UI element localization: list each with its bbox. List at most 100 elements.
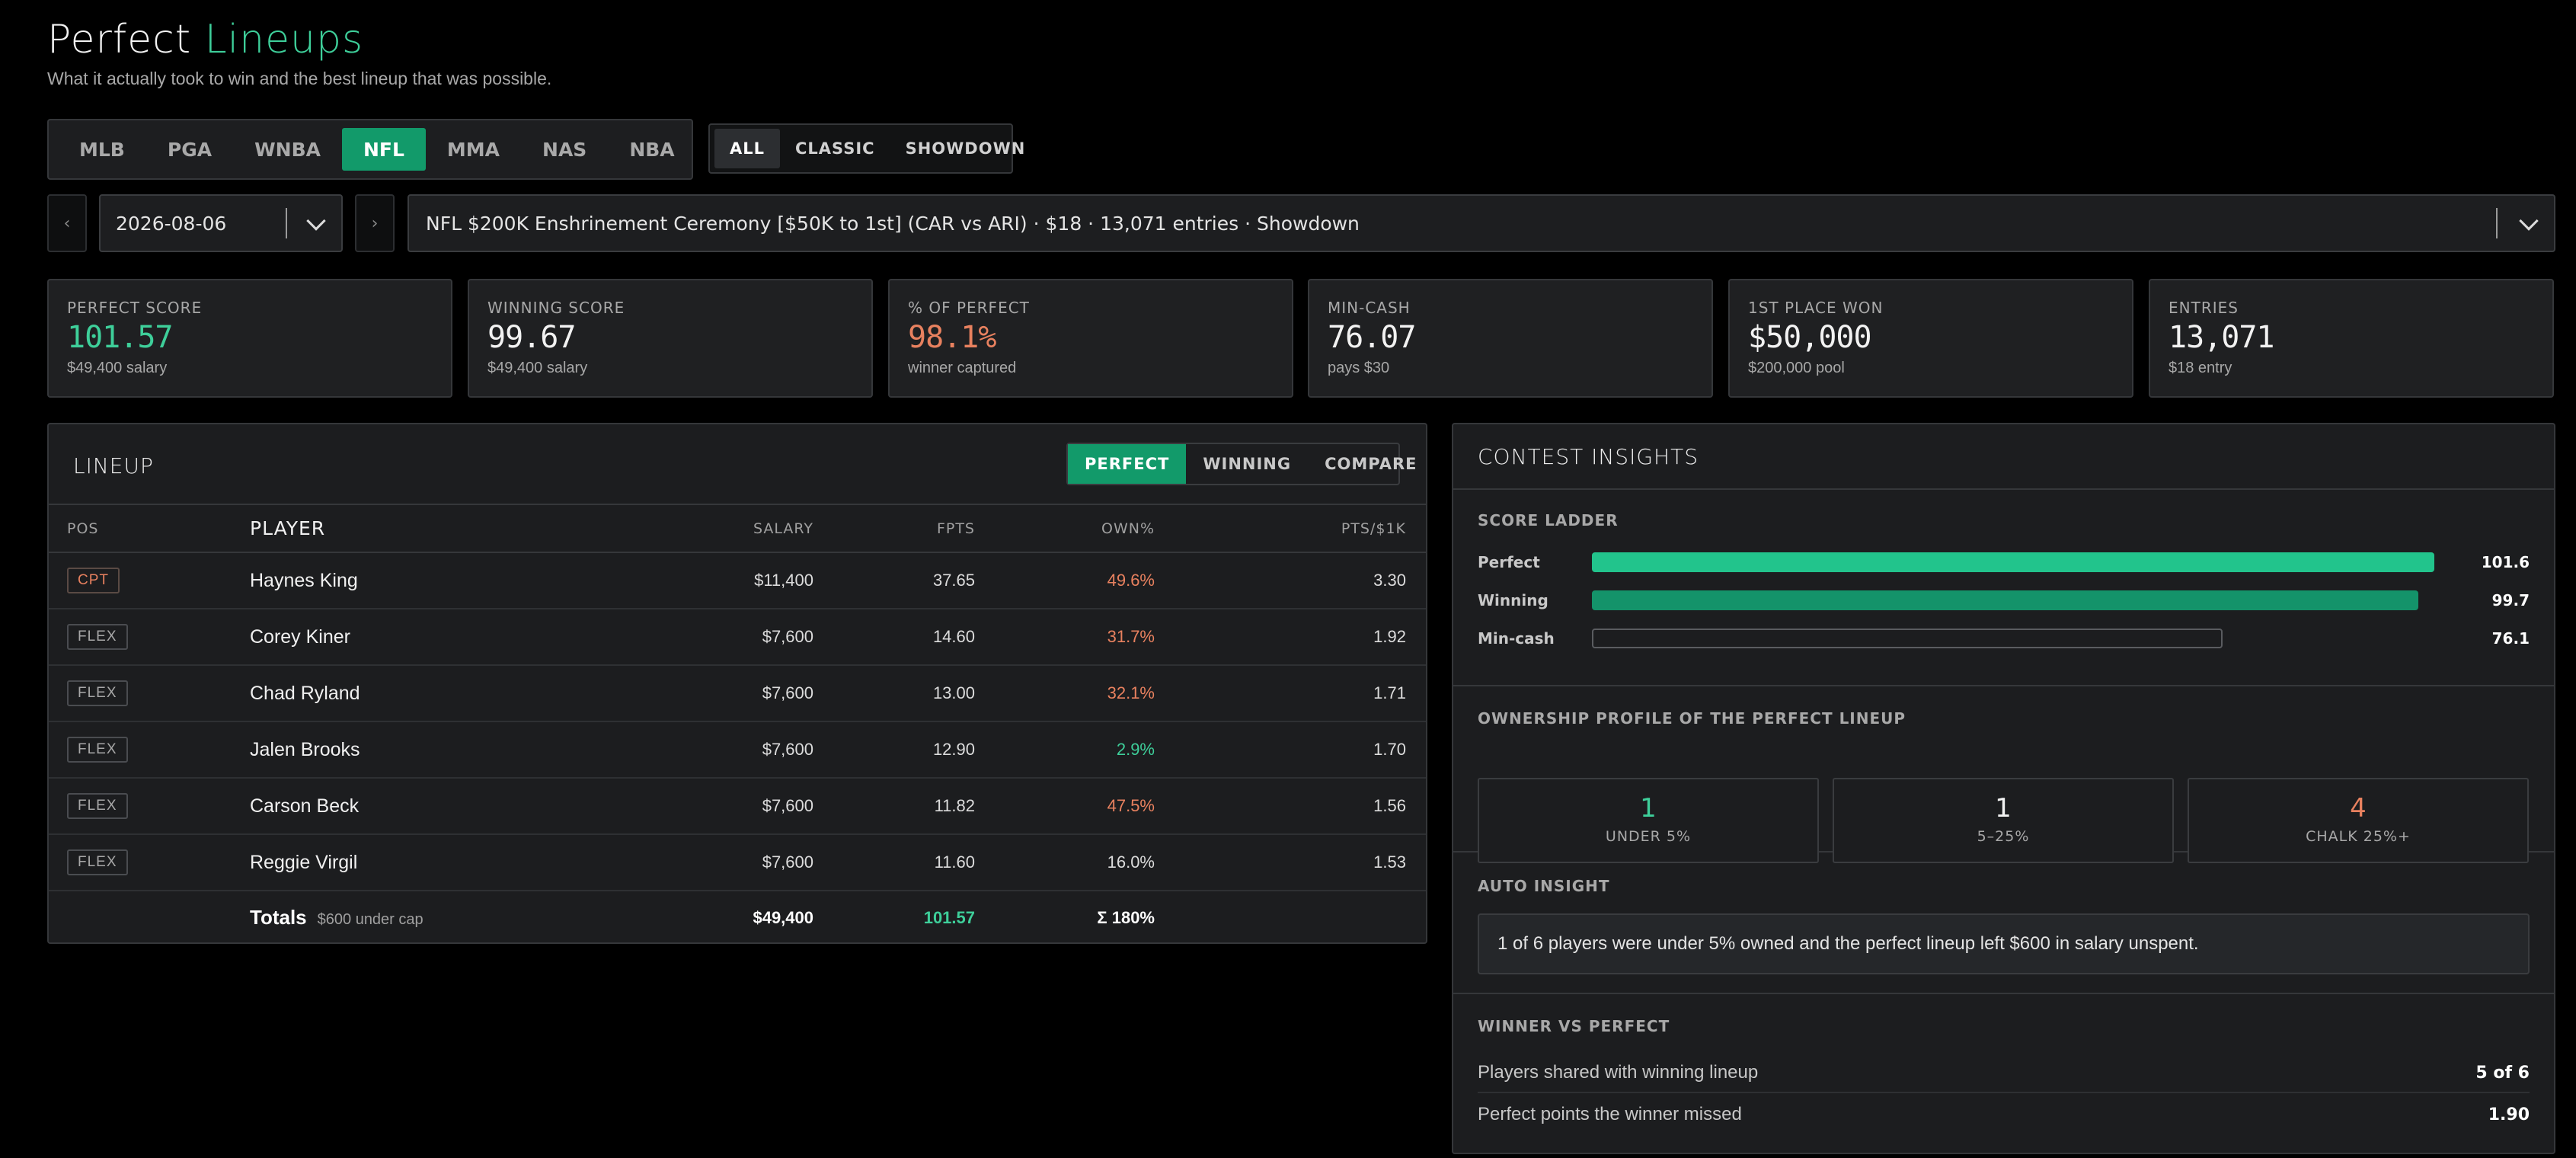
view-tab-perfect[interactable]: PERFECT <box>1068 444 1187 484</box>
cell-empty <box>49 891 250 944</box>
prev-date-button[interactable]: ‹ <box>47 194 87 252</box>
position-badge: FLEX <box>67 793 128 819</box>
sport-tab-nfl[interactable]: NFL <box>341 128 426 171</box>
table-row[interactable]: CPT Haynes King $11,400 37.65 49.6% 3.30 <box>49 552 1426 609</box>
score-ladder-section: SCORE LADDER Perfect 101.6 Winning 99.7 Min-… <box>1453 490 2554 686</box>
stat-label: 1ST PLACE WON <box>1748 299 1884 317</box>
cell-salary: $7,600 <box>661 778 813 835</box>
cell-salary: $11,400 <box>661 552 813 609</box>
cell-pos: FLEX <box>49 721 250 779</box>
cell-salary: $7,600 <box>661 834 813 891</box>
stat-value: 101.57 <box>67 320 174 355</box>
col-header-pos[interactable]: POS <box>49 505 250 553</box>
ownership-box: 1 UNDER 5% <box>1478 778 1819 863</box>
stat-value: $50,000 <box>1748 320 1872 355</box>
ownership-label: OWNERSHIP PROFILE OF THE PERFECT LINEUP <box>1478 709 1906 728</box>
cell-player[interactable]: Chad Ryland <box>250 665 661 722</box>
sport-tabs: MLB PGA WNBA NFL MMA NAS NBA <box>47 119 693 180</box>
col-header-own[interactable]: OWN% <box>975 505 1155 553</box>
ladder-row-min-cash: Min-cash 76.1 <box>1478 627 2530 650</box>
cell-player[interactable]: Corey Kiner <box>250 609 661 666</box>
wvp-label: Players shared with winning lineup <box>1478 1062 1759 1083</box>
cell-own: 47.5% <box>975 778 1155 835</box>
wvp-label: Perfect points the winner missed <box>1478 1104 1742 1124</box>
ladder-name: Min-cash <box>1478 629 1555 648</box>
sport-tab-mma[interactable]: MMA <box>426 128 521 171</box>
date-select[interactable]: 2026-08-06 <box>99 194 343 252</box>
cell-fpts: 37.65 <box>813 552 975 609</box>
auto-insight-label: AUTO INSIGHT <box>1478 877 1610 895</box>
cell-player[interactable]: Carson Beck <box>250 778 661 835</box>
sport-tab-pga[interactable]: PGA <box>146 128 233 171</box>
ownership-count: 1 <box>1640 793 1657 824</box>
chevron-down-icon <box>2519 211 2539 231</box>
cell-player[interactable]: Reggie Virgil <box>250 834 661 891</box>
ladder-bar <box>1592 590 2418 610</box>
winner-vs-perfect-row: Perfect points the winner missed 1.90 <box>1478 1095 2530 1134</box>
cell-player[interactable]: Jalen Brooks <box>250 721 661 779</box>
ladder-bar <box>1592 629 2223 648</box>
col-header-player[interactable]: PLAYER <box>250 505 661 553</box>
cell-fpts: 12.90 <box>813 721 975 779</box>
cell-own: 49.6% <box>975 552 1155 609</box>
cell-own: 31.7% <box>975 609 1155 666</box>
cell-own: 2.9% <box>975 721 1155 779</box>
table-row[interactable]: FLEX Corey Kiner $7,600 14.60 31.7% 1.92 <box>49 609 1426 666</box>
cell-salary: $7,600 <box>661 665 813 722</box>
view-tab-winning[interactable]: WINNING <box>1186 444 1308 484</box>
table-row[interactable]: FLEX Jalen Brooks $7,600 12.90 2.9% 1.70 <box>49 721 1426 779</box>
position-badge: FLEX <box>67 737 128 763</box>
stat-label: % OF PERFECT <box>908 299 1030 317</box>
table-header-row: POS PLAYER SALARY FPTS OWN% PTS/$1K <box>49 505 1426 553</box>
score-ladder-label: SCORE LADDER <box>1478 511 1619 529</box>
table-row[interactable]: FLEX Reggie Virgil $7,600 11.60 16.0% 1.53 <box>49 834 1426 891</box>
cell-pts-per-1k: 1.56 <box>1155 778 1426 835</box>
ladder-bar <box>1592 552 2434 572</box>
stat-sub: $18 entry <box>2169 360 2232 376</box>
sport-tab-nba[interactable]: NBA <box>608 128 695 171</box>
totals-row: Totals $600 under cap $49,400 101.57 Σ 180% <box>49 891 1426 944</box>
cell-salary: $7,600 <box>661 721 813 779</box>
cell-fpts: 14.60 <box>813 609 975 666</box>
auto-insight-text: 1 of 6 players were under 5% owned and t… <box>1478 913 2530 974</box>
position-badge: FLEX <box>67 849 128 875</box>
cell-pos: FLEX <box>49 609 250 666</box>
next-date-button[interactable]: › <box>355 194 395 252</box>
stat-label: PERFECT SCORE <box>67 299 203 317</box>
type-tab-showdown[interactable]: SHOWDOWN <box>890 129 1041 168</box>
select-divider <box>2496 208 2498 238</box>
select-divider <box>286 208 287 238</box>
ownership-section: OWNERSHIP PROFILE OF THE PERFECT LINEUP … <box>1453 686 2554 863</box>
cell-salary: $7,600 <box>661 609 813 666</box>
cell-own: 16.0% <box>975 834 1155 891</box>
stat-label: ENTRIES <box>2169 299 2239 317</box>
cell-own: 32.1% <box>975 665 1155 722</box>
ladder-value: 99.7 <box>2491 591 2530 609</box>
col-header-salary[interactable]: SALARY <box>661 505 813 553</box>
auto-insight-section: AUTO INSIGHT 1 of 6 players were under 5… <box>1453 853 2554 994</box>
page-title: Perfect Lineups <box>47 17 363 62</box>
view-tab-compare[interactable]: COMPARE <box>1308 444 1433 484</box>
contest-select[interactable]: NFL $200K Enshrinement Ceremony [$50K to… <box>407 194 2555 252</box>
stat-value: 13,071 <box>2169 320 2275 355</box>
stat-sub: $200,000 pool <box>1748 360 1845 376</box>
col-header-fpts[interactable]: FPTS <box>813 505 975 553</box>
cell-pos: CPT <box>49 552 250 609</box>
ownership-caption: CHALK 25%+ <box>2306 828 2411 845</box>
stat-label: MIN-CASH <box>1328 299 1411 317</box>
stat-sub: pays $30 <box>1328 360 1390 376</box>
totals-fpts: 101.57 <box>923 907 975 927</box>
contest-type-tabs: ALL CLASSIC SHOWDOWN <box>708 123 1024 174</box>
winner-vs-perfect-row: Players shared with winning lineup 5 of 6 <box>1478 1054 2530 1093</box>
type-tab-all[interactable]: ALL <box>714 129 781 168</box>
col-header-pts-per-1k[interactable]: PTS/$1K <box>1155 505 1426 553</box>
wvp-value: 5 of 6 <box>2475 1063 2530 1083</box>
sport-tab-wnba[interactable]: WNBA <box>233 128 342 171</box>
type-tab-classic[interactable]: CLASSIC <box>780 129 890 168</box>
cell-player[interactable]: Haynes King <box>250 552 661 609</box>
sport-tab-mlb[interactable]: MLB <box>58 128 146 171</box>
table-row[interactable]: FLEX Carson Beck $7,600 11.82 47.5% 1.56 <box>49 778 1426 835</box>
table-row[interactable]: FLEX Chad Ryland $7,600 13.00 32.1% 1.71 <box>49 665 1426 722</box>
sport-tab-nas[interactable]: NAS <box>521 128 608 171</box>
stat-card: 1ST PLACE WON $50,000 $200,000 pool <box>1728 279 2133 398</box>
